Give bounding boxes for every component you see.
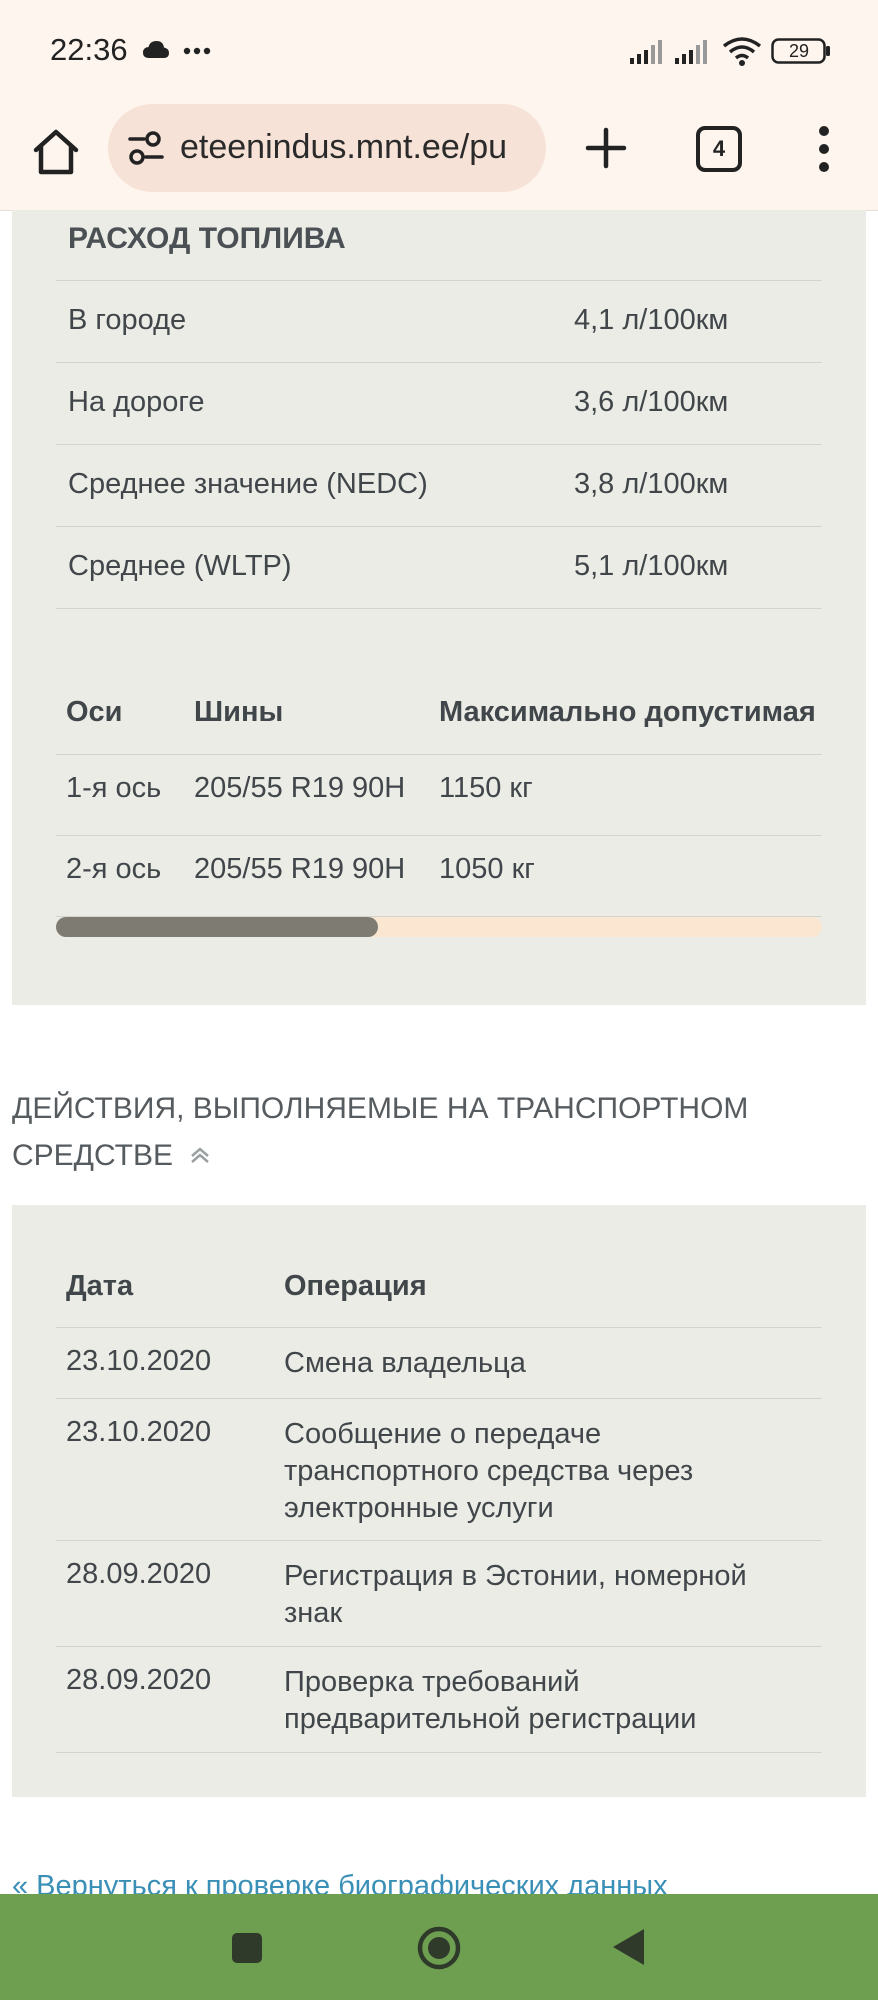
axle-name: 2-я ось — [66, 853, 162, 885]
more-vert-icon[interactable] — [812, 124, 836, 174]
axle-name: 1-я ось — [66, 772, 162, 804]
column-header: Оси — [66, 696, 123, 728]
recents-icon[interactable] — [230, 1931, 264, 1965]
table-row: В городе 4,1 л/100км — [56, 280, 822, 363]
chevron-up-icon[interactable] — [189, 1145, 211, 1165]
operation-line: предварительной регистрации — [284, 1703, 697, 1735]
tire-size: 205/55 R19 90H — [194, 772, 406, 804]
tire-size: 205/55 R19 90H — [194, 853, 406, 885]
browser-toolbar: eteenindus.mnt.ee/pu 4 — [0, 100, 878, 211]
signal-icon — [675, 40, 707, 64]
clock: 22:36 — [50, 32, 128, 67]
back-icon[interactable] — [610, 1927, 646, 1967]
battery-level: 29 — [788, 41, 810, 61]
action-operation: Проверка требований предварительной реги… — [284, 1664, 696, 1738]
action-operation: Регистрация в Эстонии, номерной знак — [284, 1558, 747, 1632]
fuel-value: 3,6 л/100км — [574, 386, 729, 418]
new-tab-icon[interactable] — [582, 124, 630, 172]
address-bar[interactable]: eteenindus.mnt.ee/pu — [108, 104, 546, 192]
fuel-label: В городе — [68, 304, 187, 336]
signal-icon — [630, 40, 662, 64]
column-header: Операция — [284, 1270, 427, 1302]
actions-title-line1: ДЕЙСТВИЯ, ВЫПОЛНЯЕМЫЕ НА ТРАНСПОРТНОМ — [12, 1092, 749, 1125]
table-row: 1-я ось 205/55 R19 90H 1150 кг — [56, 754, 822, 836]
table-row: 23.10.2020 Сообщение о передаче транспор… — [56, 1398, 822, 1541]
site-settings-icon[interactable] — [126, 130, 166, 166]
operation-line: Смена владельца — [284, 1347, 526, 1379]
fuel-value: 5,1 л/100км — [574, 550, 729, 582]
more-dots-icon — [183, 47, 211, 55]
table-row: 23.10.2020 Смена владельца — [56, 1327, 822, 1399]
table-row: 28.09.2020 Регистрация в Эстонии, номерн… — [56, 1540, 822, 1647]
table-row: На дороге 3,6 л/100км — [56, 362, 822, 445]
action-date: 23.10.2020 — [66, 1345, 212, 1377]
fuel-header-row: РАСХОД ТОПЛИВА — [56, 210, 822, 281]
status-bar: 22:36 29 — [0, 0, 878, 100]
home-icon[interactable] — [28, 124, 84, 180]
fuel-label: Среднее значение (NEDC) — [68, 468, 428, 500]
operation-line: транспортного средства через — [284, 1455, 694, 1487]
scrollbar-thumb[interactable] — [56, 917, 378, 937]
operation-line: знак — [284, 1597, 343, 1629]
action-date: 28.09.2020 — [66, 1664, 212, 1696]
fuel-value: 3,8 л/100км — [574, 468, 729, 500]
actions-title-line2: СРЕДСТВЕ — [12, 1139, 174, 1172]
cloud-icon — [143, 41, 169, 58]
operation-line: электронные услуги — [284, 1492, 554, 1524]
actions-section-title[interactable]: ДЕЙСТВИЯ, ВЫПОЛНЯЕМЫЕ НА ТРАНСПОРТНОМ СР… — [12, 1085, 832, 1179]
table-row: Среднее значение (NEDC) 3,8 л/100км — [56, 444, 822, 527]
max-load: 1150 кг — [439, 772, 533, 804]
fuel-label: На дороге — [68, 386, 205, 418]
max-load: 1050 кг — [439, 853, 535, 885]
action-date: 23.10.2020 — [66, 1416, 212, 1448]
column-header: Дата — [66, 1270, 134, 1302]
wifi-icon — [722, 37, 762, 66]
home-nav-icon[interactable] — [415, 1924, 463, 1972]
actions-header-row: Дата Операция — [56, 1260, 822, 1328]
column-header: Максимально допустимая — [439, 696, 816, 728]
operation-line: Сообщение о передаче — [284, 1418, 602, 1450]
axles-header-row: Оси Шины Максимально допустимая — [56, 674, 822, 755]
fuel-section-title: РАСХОД ТОПЛИВА — [68, 222, 346, 255]
table-row: Среднее (WLTP) 5,1 л/100км — [56, 526, 822, 609]
action-date: 28.09.2020 — [66, 1558, 212, 1590]
system-nav-bar — [0, 1894, 878, 2000]
fuel-label: Среднее (WLTP) — [68, 550, 292, 582]
operation-line: Регистрация в Эстонии, номерной — [284, 1560, 747, 1592]
url-text[interactable]: eteenindus.mnt.ee/pu — [180, 128, 507, 167]
action-operation: Смена владельца — [284, 1345, 526, 1382]
column-header: Шины — [194, 696, 284, 728]
table-row: 28.09.2020 Проверка требований предварит… — [56, 1646, 822, 1753]
operation-line: Проверка требований — [284, 1666, 580, 1698]
action-operation: Сообщение о передаче транспортного средс… — [284, 1416, 693, 1527]
tab-switcher-button[interactable]: 4 — [696, 126, 742, 172]
fuel-value: 4,1 л/100км — [574, 304, 729, 336]
table-row: 2-я ось 205/55 R19 90H 1050 кг — [56, 835, 822, 917]
